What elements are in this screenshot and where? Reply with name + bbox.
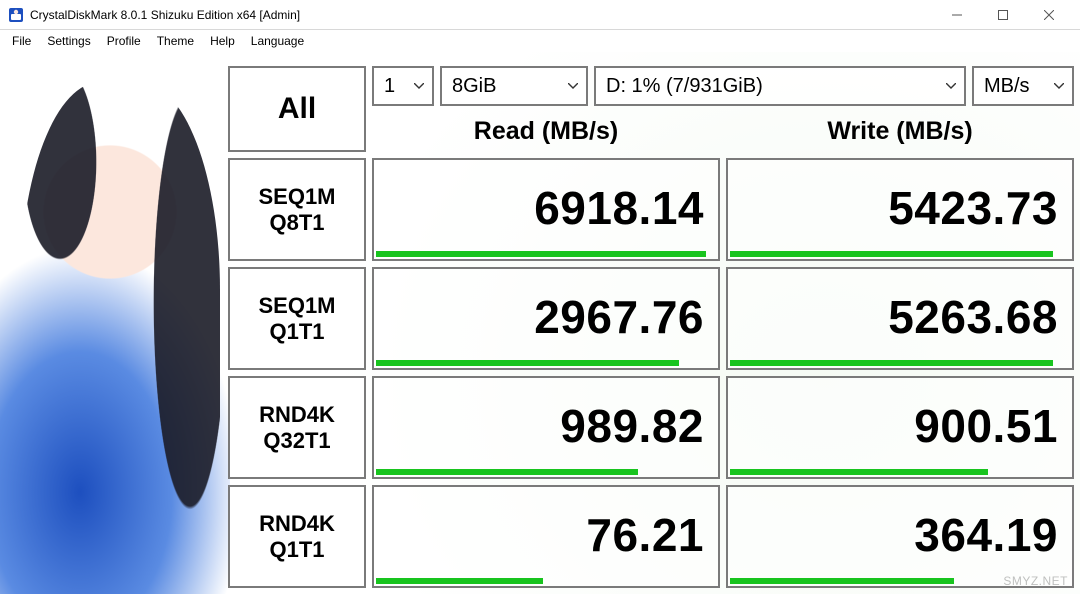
menu-language[interactable]: Language xyxy=(243,32,312,50)
test-label: Q8T1 xyxy=(269,210,324,235)
test-size-dropdown[interactable]: 8GiB xyxy=(440,66,588,106)
test-button-rnd4k-q1t1[interactable]: RND4K Q1T1 xyxy=(228,485,366,588)
write-value: 5423.73 xyxy=(888,180,1058,234)
watermark: SMYZ.NET xyxy=(1003,574,1068,588)
chevron-down-icon xyxy=(568,83,578,89)
read-header: Read (MB/s) xyxy=(372,110,720,152)
chevron-down-icon xyxy=(946,83,956,89)
write-value: 5263.68 xyxy=(888,289,1058,343)
read-result-0: 6918.14 xyxy=(372,158,720,261)
test-label: SEQ1M xyxy=(258,293,335,318)
main-grid: All 1 8GiB D: 1% (7/931GiB) MB/s Read (M… xyxy=(228,66,1074,588)
chevron-down-icon xyxy=(414,83,424,89)
progress-bar xyxy=(730,360,1070,366)
close-button[interactable] xyxy=(1026,0,1072,30)
menu-theme[interactable]: Theme xyxy=(149,32,202,50)
test-label: SEQ1M xyxy=(258,184,335,209)
write-result-1: 5263.68 xyxy=(726,267,1074,370)
read-value: 6918.14 xyxy=(534,180,704,234)
menu-profile[interactable]: Profile xyxy=(99,32,149,50)
test-button-seq1m-q1t1[interactable]: SEQ1M Q1T1 xyxy=(228,267,366,370)
test-label: Q1T1 xyxy=(269,537,324,562)
controls-row: 1 8GiB D: 1% (7/931GiB) MB/s Read (MB/s)… xyxy=(372,66,1074,152)
menu-settings[interactable]: Settings xyxy=(39,32,98,50)
unit-dropdown[interactable]: MB/s xyxy=(972,66,1074,106)
drive-dropdown[interactable]: D: 1% (7/931GiB) xyxy=(594,66,966,106)
app-icon xyxy=(8,7,24,23)
read-result-2: 989.82 xyxy=(372,376,720,479)
test-label: RND4K xyxy=(259,511,335,536)
read-result-1: 2967.76 xyxy=(372,267,720,370)
unit-value: MB/s xyxy=(984,75,1030,98)
test-label: RND4K xyxy=(259,402,335,427)
write-value: 364.19 xyxy=(914,507,1058,561)
write-header: Write (MB/s) xyxy=(726,110,1074,152)
menu-file[interactable]: File xyxy=(4,32,39,50)
test-count-dropdown[interactable]: 1 xyxy=(372,66,434,106)
read-value: 989.82 xyxy=(560,398,704,452)
read-value: 2967.76 xyxy=(534,289,704,343)
window-title: CrystalDiskMark 8.0.1 Shizuku Edition x6… xyxy=(30,8,300,22)
maximize-button[interactable] xyxy=(980,0,1026,30)
character-art xyxy=(0,52,230,594)
run-all-label: All xyxy=(278,92,316,126)
progress-bar xyxy=(730,469,1070,475)
write-result-0: 5423.73 xyxy=(726,158,1074,261)
test-size-value: 8GiB xyxy=(452,75,496,98)
test-label: Q1T1 xyxy=(269,319,324,344)
progress-bar xyxy=(376,251,716,257)
drive-value: D: 1% (7/931GiB) xyxy=(606,75,763,98)
write-result-2: 900.51 xyxy=(726,376,1074,479)
write-value: 900.51 xyxy=(914,398,1058,452)
menubar: File Settings Profile Theme Help Languag… xyxy=(0,30,1080,52)
test-label: Q32T1 xyxy=(263,428,330,453)
test-count-value: 1 xyxy=(384,75,395,98)
titlebar: CrystalDiskMark 8.0.1 Shizuku Edition x6… xyxy=(0,0,1080,30)
menu-help[interactable]: Help xyxy=(202,32,243,50)
progress-bar xyxy=(376,360,716,366)
read-value: 76.21 xyxy=(586,507,704,561)
read-result-3: 76.21 xyxy=(372,485,720,588)
progress-bar xyxy=(376,578,716,584)
minimize-button[interactable] xyxy=(934,0,980,30)
write-result-3: 364.19 xyxy=(726,485,1074,588)
test-button-seq1m-q8t1[interactable]: SEQ1M Q8T1 xyxy=(228,158,366,261)
test-button-rnd4k-q32t1[interactable]: RND4K Q32T1 xyxy=(228,376,366,479)
run-all-button[interactable]: All xyxy=(228,66,366,152)
chevron-down-icon xyxy=(1054,83,1064,89)
progress-bar xyxy=(730,251,1070,257)
progress-bar xyxy=(376,469,716,475)
